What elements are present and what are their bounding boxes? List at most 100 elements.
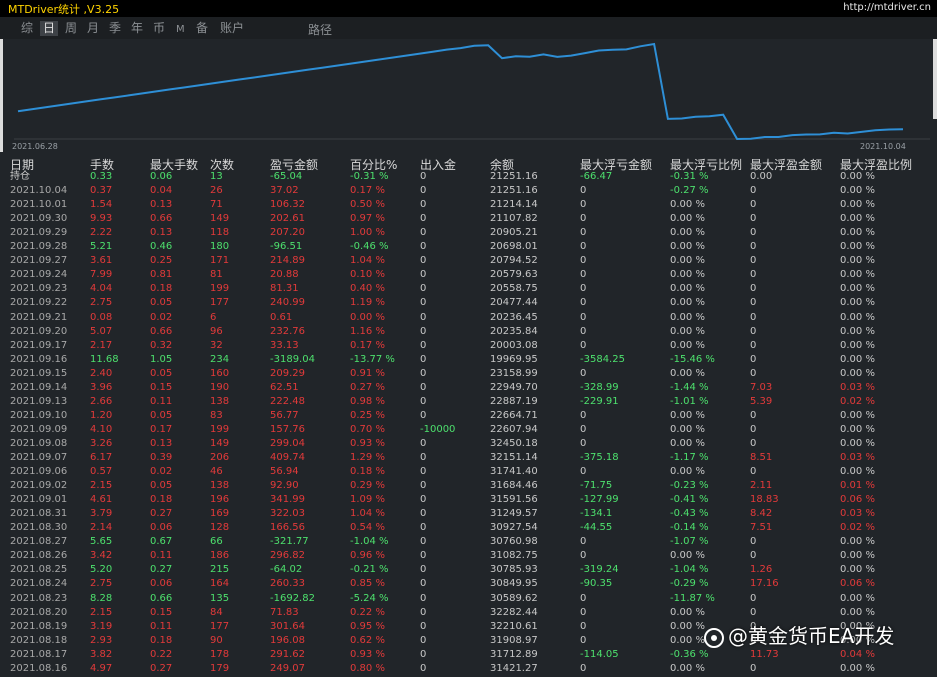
- table-row[interactable]: 2021.09.30 9.93 0.66 149 202.61 0.97 % 0 21107.…: [0, 212, 937, 225]
- site-url-link[interactable]: http://mtdriver.cn: [843, 2, 931, 13]
- cell-max-lots: 0.25: [150, 255, 173, 267]
- cell-date: 2021.08.23: [10, 592, 68, 604]
- cell-max-float-loss: -134.1: [580, 508, 613, 520]
- cell-balance: 20905.21: [490, 227, 538, 239]
- table-row[interactable]: 2021.08.25 5.20 0.27 215 -64.02 -0.21 % 0 30785…: [0, 563, 937, 576]
- cell-max-float-loss: 0: [580, 466, 587, 478]
- table-row[interactable]: 2021.09.29 2.22 0.13 118 207.20 1.00 % 0 20905.…: [0, 226, 937, 239]
- table-row[interactable]: 2021.08.31 3.79 0.27 169 322.03 1.04 % 0 31249.…: [0, 507, 937, 520]
- table-row[interactable]: 2021.09.28 5.21 0.46 180 -96.51 -0.46 % 0 20698…: [0, 240, 937, 253]
- cell-max-lots: 0.18: [150, 283, 173, 295]
- cell-percent: 0.91 %: [350, 367, 385, 379]
- cell-max-float-profit-pct: 0.00 %: [840, 171, 875, 182]
- table-row[interactable]: 2021.08.16 4.97 0.27 179 249.07 0.80 % 0 31421.…: [0, 662, 937, 675]
- tab-week[interactable]: 周: [62, 21, 80, 36]
- table-row[interactable]: 2021.09.06 0.57 0.02 46 56.94 0.18 % 0 31741.40…: [0, 465, 937, 478]
- table-row[interactable]: 2021.08.17 3.82 0.22 178 291.62 0.93 % 0 31712.…: [0, 648, 937, 661]
- table-row[interactable]: 2021.09.07 6.17 0.39 206 409.74 1.29 % 0 32151.…: [0, 451, 937, 464]
- cell-percent: 0.50 %: [350, 199, 385, 211]
- cell-max-lots: 0.66: [150, 213, 173, 225]
- table-row[interactable]: 2021.09.13 2.66 0.11 138 222.48 0.98 % 0 22887.…: [0, 395, 937, 408]
- cell-balance: 30760.98: [490, 536, 538, 548]
- cell-date: 2021.09.10: [10, 409, 68, 421]
- cell-count: 138: [210, 480, 230, 492]
- table-row[interactable]: 2021.09.17 2.17 0.32 32 33.13 0.17 % 0 20003.08…: [0, 339, 937, 352]
- cell-balance: 31082.75: [490, 550, 538, 562]
- cell-pnl: 296.82: [270, 550, 305, 562]
- cell-date: 2021.08.20: [10, 606, 68, 618]
- table-row[interactable]: 2021.09.16 11.68 1.05 234 -3189.04 -13.77 % 0 1…: [0, 353, 937, 366]
- cell-max-float-profit: 0: [750, 283, 757, 295]
- tab-month[interactable]: 月: [84, 21, 102, 36]
- cell-max-lots: 0.05: [150, 297, 173, 309]
- cell-count: 149: [210, 213, 230, 225]
- cell-pnl: 260.33: [270, 578, 305, 590]
- cell-max-lots: 0.13: [150, 199, 173, 211]
- cell-lots: 3.79: [90, 508, 113, 520]
- cell-max-float-loss-pct: 0.00 %: [670, 409, 705, 421]
- cell-date: 2021.09.08: [10, 437, 68, 449]
- tab-account[interactable]: 账户: [217, 21, 247, 36]
- table-row[interactable]: 2021.08.26 3.42 0.11 186 296.82 0.96 % 0 31082.…: [0, 549, 937, 562]
- tab-m[interactable]: M: [173, 22, 188, 37]
- cell-count: 149: [210, 437, 230, 449]
- cell-count: 160: [210, 367, 230, 379]
- cell-lots: 2.22: [90, 227, 113, 239]
- cell-max-float-loss: -71.75: [580, 480, 613, 492]
- tab-backup[interactable]: 备: [193, 21, 211, 36]
- cell-max-float-loss: 0: [580, 339, 587, 351]
- table-row[interactable]: 2021.09.10 1.20 0.05 83 56.77 0.25 % 0 22664.71…: [0, 409, 937, 422]
- table-row[interactable]: 2021.09.24 7.99 0.81 81 20.88 0.10 % 0 20579.63…: [0, 268, 937, 281]
- cell-max-float-profit: 5.39: [750, 395, 773, 407]
- tab-summary[interactable]: 综: [18, 21, 36, 36]
- cell-max-lots: 0.05: [150, 367, 173, 379]
- tab-year[interactable]: 年: [128, 21, 146, 36]
- cell-max-float-loss: 0: [580, 241, 587, 253]
- table-row[interactable]: 2021.08.27 5.65 0.67 66 -321.77 -1.04 % 0 30760…: [0, 535, 937, 548]
- cell-lots: 2.93: [90, 634, 113, 646]
- cell-max-float-loss-pct: 0.00 %: [670, 311, 705, 323]
- table-row[interactable]: 2021.08.23 8.28 0.66 135 -1692.82 -5.24 % 0 305…: [0, 592, 937, 605]
- cell-max-float-profit: 0: [750, 409, 757, 421]
- cell-max-float-profit: 0: [750, 606, 757, 618]
- cell-max-float-profit: 0: [750, 437, 757, 449]
- cell-max-float-loss-pct: 0.00 %: [670, 550, 705, 562]
- cell-lots: 2.14: [90, 522, 113, 534]
- cell-pnl: -65.04: [270, 171, 303, 182]
- cell-deposit: 0: [420, 536, 427, 548]
- cell-max-float-loss: -114.05: [580, 648, 619, 660]
- cell-max-float-loss: 0: [580, 297, 587, 309]
- tab-currency[interactable]: 币: [150, 21, 168, 36]
- table-row[interactable]: 2021.09.14 3.96 0.15 190 62.51 0.27 % 0 22949.7…: [0, 381, 937, 394]
- scrollbar-handle[interactable]: [933, 39, 937, 119]
- table-row[interactable]: 2021.08.30 2.14 0.06 128 166.56 0.54 % 0 30927.…: [0, 521, 937, 534]
- cell-max-float-profit-pct: 0.03 %: [840, 381, 875, 393]
- table-row[interactable]: 2021.08.24 2.75 0.06 164 260.33 0.85 % 0 30849.…: [0, 577, 937, 590]
- table-row[interactable]: 2021.09.20 5.07 0.66 96 232.76 1.16 % 0 20235.8…: [0, 325, 937, 338]
- table-row[interactable]: 2021.09.01 4.61 0.18 196 341.99 1.09 % 0 31591.…: [0, 493, 937, 506]
- table-row[interactable]: 2021.09.21 0.08 0.02 6 0.61 0.00 % 0 20236.45 0 0…: [0, 311, 937, 324]
- cell-max-lots: 1.05: [150, 353, 173, 365]
- table-row[interactable]: 2021.09.08 3.26 0.13 149 299.04 0.93 % 0 32450.…: [0, 437, 937, 450]
- cell-max-float-profit-pct: 0.00 %: [840, 423, 875, 435]
- cell-max-lots: 0.05: [150, 409, 173, 421]
- table-row[interactable]: 2021.09.09 4.10 0.17 199 157.76 0.70 % -10000 2…: [0, 423, 937, 436]
- cell-lots: 3.42: [90, 550, 113, 562]
- table-row[interactable]: 2021.08.20 2.15 0.15 84 71.83 0.22 % 0 32282.44…: [0, 606, 937, 619]
- table-row[interactable]: 2021.09.23 4.04 0.18 199 81.31 0.40 % 0 20558.7…: [0, 282, 937, 295]
- cell-deposit: 0: [420, 606, 427, 618]
- cell-max-float-profit: 8.42: [750, 508, 773, 520]
- table-row[interactable]: 2021.10.01 1.54 0.13 71 106.32 0.50 % 0 21214.1…: [0, 198, 937, 211]
- tab-quarter[interactable]: 季: [106, 21, 124, 36]
- table-row[interactable]: 2021.09.22 2.75 0.05 177 240.99 1.19 % 0 20477.…: [0, 296, 937, 309]
- tab-day[interactable]: 日: [40, 21, 59, 36]
- cell-balance: 23158.99: [490, 367, 538, 379]
- table-row[interactable]: 2021.09.02 2.15 0.05 138 92.90 0.29 % 0 31684.4…: [0, 479, 937, 492]
- table-row[interactable]: 2021.09.27 3.61 0.25 171 214.89 1.04 % 0 20794.…: [0, 254, 937, 267]
- cell-max-float-profit: 0: [750, 325, 757, 337]
- table-row[interactable]: 2021.10.04 0.37 0.04 26 37.02 0.17 % 0 21251.16…: [0, 184, 937, 197]
- cell-max-float-loss-pct: 0.00 %: [670, 213, 705, 225]
- path-label[interactable]: 路径: [308, 21, 332, 38]
- table-row[interactable]: 2021.09.15 2.40 0.05 160 209.29 0.91 % 0 23158.…: [0, 367, 937, 380]
- table-row[interactable]: 持仓 0.33 0.06 13 -65.04 -0.31 % 0 21251.16 -66.47…: [0, 170, 937, 183]
